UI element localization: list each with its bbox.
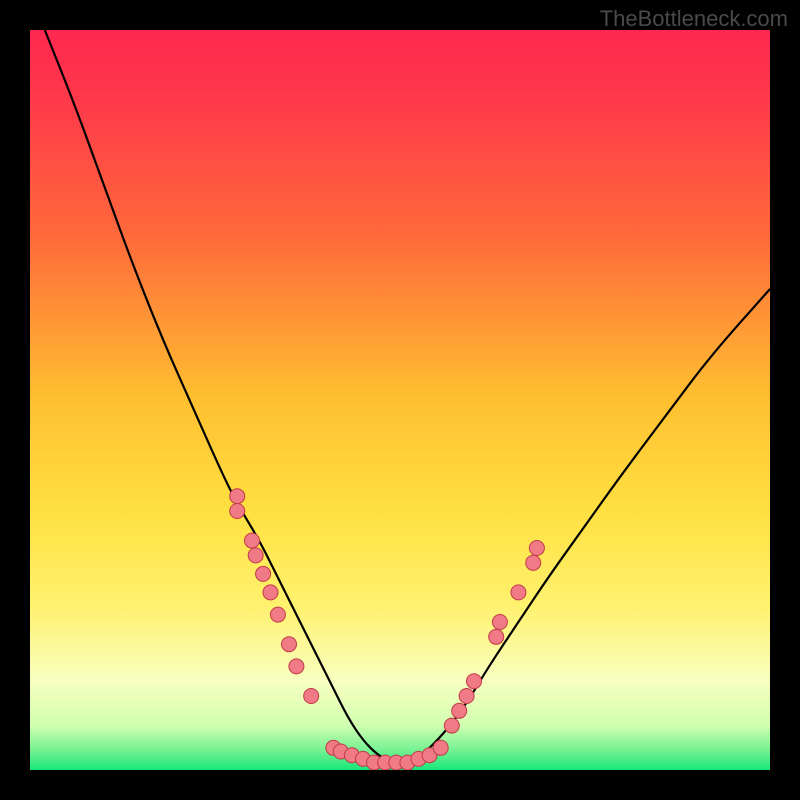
marker-dot [230,504,245,519]
marker-dot [304,689,319,704]
marker-dot [256,566,271,581]
marker-dot [248,548,263,563]
marker-dot [467,674,482,689]
marker-dot [526,555,541,570]
marker-dot [230,489,245,504]
marker-dot [282,637,297,652]
marker-dot [492,615,507,630]
marker-dot [489,629,504,644]
marker-dot [459,689,474,704]
plot-area [30,30,770,770]
marker-dot [452,703,467,718]
marker-dot [289,659,304,674]
data-markers [230,489,545,770]
chart-container: TheBottleneck.com [0,0,800,800]
marker-dot [245,533,260,548]
bottleneck-curve [45,30,770,763]
marker-dot [433,740,448,755]
curve-layer [30,30,770,770]
marker-dot [511,585,526,600]
marker-dot [263,585,278,600]
marker-dot [444,718,459,733]
watermark-text: TheBottleneck.com [600,6,788,32]
marker-dot [270,607,285,622]
marker-dot [529,541,544,556]
